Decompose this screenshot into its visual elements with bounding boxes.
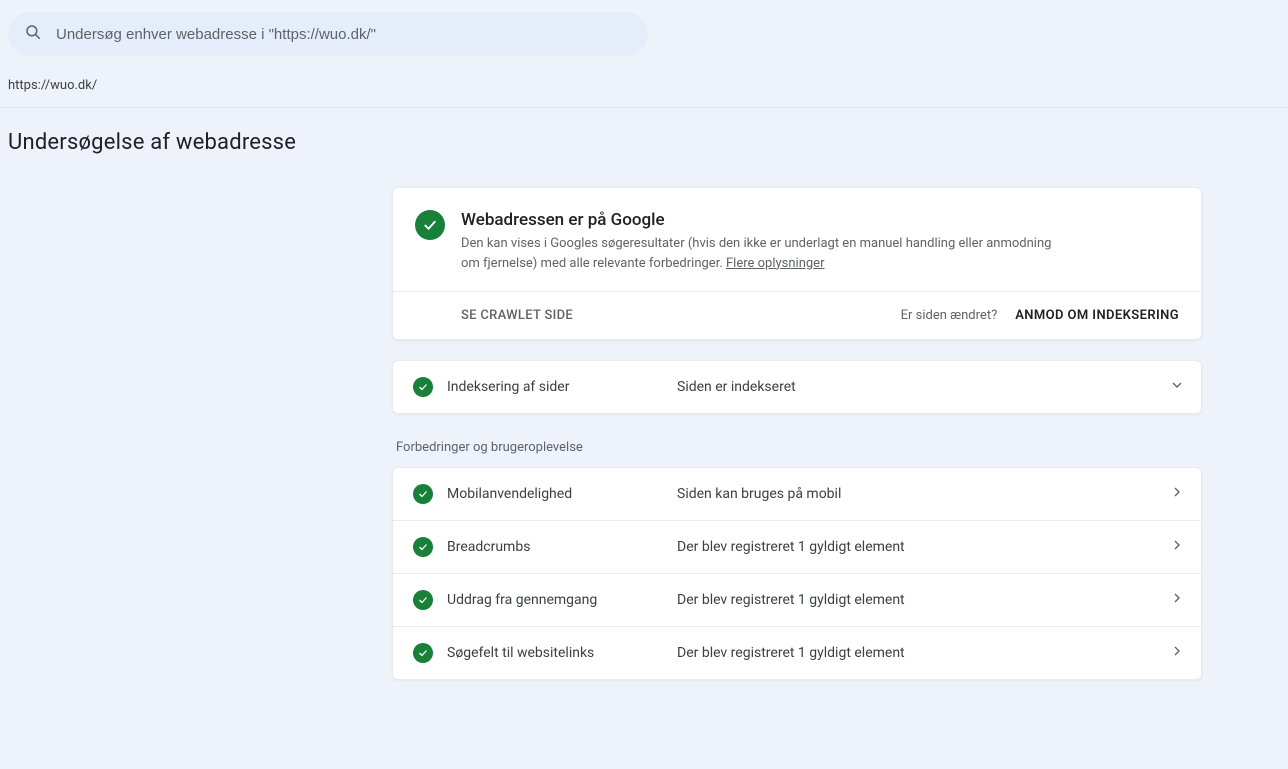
enhancement-row-mobile[interactable]: Mobilanvendelighed Siden kan bruges på m…: [393, 468, 1201, 520]
enhancement-label: Breadcrumbs: [447, 539, 677, 555]
search-icon: [24, 23, 42, 45]
chevron-down-icon: [1169, 377, 1185, 397]
url-status-card: Webadressen er på Google Den kan vises i…: [392, 187, 1202, 340]
content-column: Webadressen er på Google Den kan vises i…: [392, 165, 1202, 680]
inspected-url: https://wuo.dk/: [0, 56, 1288, 107]
indexing-card: Indeksering af sider Siden er indekseret: [392, 360, 1202, 414]
enhancement-status: Siden kan bruges på mobil: [677, 486, 841, 502]
enhancements-heading: Forbedringer og brugeroplevelse: [396, 440, 1202, 455]
enhancement-row-review-snippet[interactable]: Uddrag fra gennemgang Der blev registrer…: [393, 573, 1201, 626]
enhancements-card: Mobilanvendelighed Siden kan bruges på m…: [392, 467, 1202, 680]
enhancement-label: Mobilanvendelighed: [447, 486, 677, 502]
enhancement-status: Der blev registreret 1 gyldigt element: [677, 592, 905, 608]
chevron-right-icon: [1169, 537, 1185, 557]
action-row: SE CRAWLET SIDE Er siden ændret? ANMOD O…: [393, 291, 1201, 339]
check-icon: [413, 590, 433, 610]
action-right-group: Er siden ændret? ANMOD OM INDEKSERING: [901, 308, 1179, 323]
search-input[interactable]: [56, 26, 632, 43]
enhancement-status: Der blev registreret 1 gyldigt element: [677, 539, 905, 555]
enhancement-label: Uddrag fra gennemgang: [447, 592, 677, 608]
check-icon: [413, 484, 433, 504]
chevron-right-icon: [1169, 484, 1185, 504]
indexing-status: Siden er indekseret: [677, 379, 796, 395]
indexing-label: Indeksering af sider: [447, 379, 677, 395]
indexing-row[interactable]: Indeksering af sider Siden er indekseret: [393, 361, 1201, 413]
status-row: Webadressen er på Google Den kan vises i…: [393, 188, 1201, 291]
check-icon: [413, 643, 433, 663]
more-info-link[interactable]: Flere oplysninger: [726, 256, 825, 271]
enhancement-row-sitelinks-search[interactable]: Søgefelt til websitelinks Der blev regis…: [393, 626, 1201, 679]
page-changed-prompt: Er siden ændret?: [901, 308, 998, 323]
enhancement-label: Søgefelt til websitelinks: [447, 645, 677, 661]
status-title: Webadressen er på Google: [461, 210, 1061, 230]
chevron-right-icon: [1169, 590, 1185, 610]
view-crawled-button[interactable]: SE CRAWLET SIDE: [461, 308, 573, 323]
search-container: [0, 0, 1288, 56]
check-icon: [415, 210, 445, 240]
enhancement-row-breadcrumbs[interactable]: Breadcrumbs Der blev registreret 1 gyldi…: [393, 520, 1201, 573]
search-bar[interactable]: [8, 12, 648, 56]
request-indexing-button[interactable]: ANMOD OM INDEKSERING: [1015, 308, 1179, 323]
check-icon: [413, 537, 433, 557]
page-title: Undersøgelse af webadresse: [0, 108, 1288, 165]
check-icon: [413, 377, 433, 397]
chevron-right-icon: [1169, 643, 1185, 663]
status-description: Den kan vises i Googles søgeresultater (…: [461, 234, 1061, 273]
status-text: Webadressen er på Google Den kan vises i…: [461, 210, 1061, 273]
enhancement-status: Der blev registreret 1 gyldigt element: [677, 645, 905, 661]
